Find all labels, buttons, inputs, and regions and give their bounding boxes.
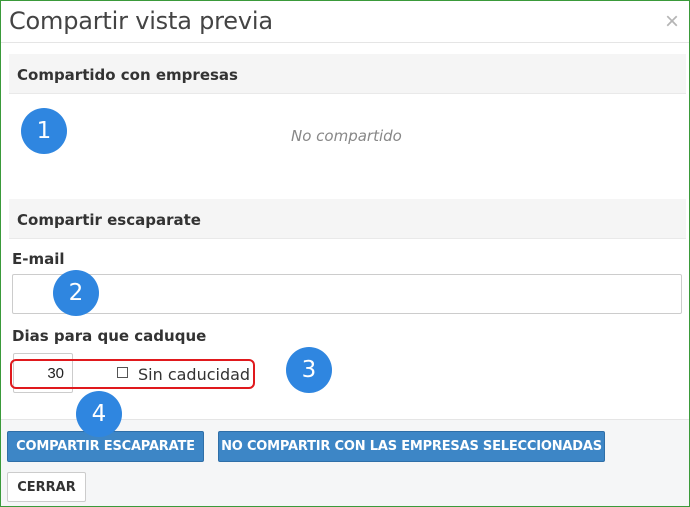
no-expiry-checkbox[interactable]	[117, 367, 128, 378]
email-field[interactable]	[12, 274, 682, 314]
email-label: E-mail	[12, 250, 65, 268]
close-icon[interactable]: ×	[665, 10, 679, 34]
close-button[interactable]: CERRAR	[7, 472, 86, 502]
share-showcase-heading: Compartir escaparate	[17, 211, 201, 229]
shared-companies-heading: Compartido con empresas	[17, 66, 238, 84]
not-shared-text: No compartido	[291, 127, 402, 145]
share-preview-dialog: Compartir vista previa × Compartido con …	[0, 0, 690, 507]
annotation-marker-4: 4	[76, 391, 122, 437]
header-divider	[1, 42, 689, 43]
days-to-expire-input[interactable]	[13, 353, 73, 393]
annotation-marker-1: 1	[21, 108, 67, 154]
unshare-selected-companies-button[interactable]: NO COMPARTIR CON LAS EMPRESAS SELECCIONA…	[218, 431, 605, 462]
no-expiry-label[interactable]: Sin caducidad	[138, 365, 250, 384]
annotation-marker-3: 3	[286, 347, 332, 393]
dialog-title: Compartir vista previa	[9, 7, 273, 35]
shared-companies-section-header: Compartido con empresas	[9, 54, 686, 94]
days-to-expire-label: Dias para que caduque	[12, 327, 207, 345]
share-showcase-section-header: Compartir escaparate	[9, 199, 686, 239]
annotation-marker-2: 2	[53, 270, 99, 316]
